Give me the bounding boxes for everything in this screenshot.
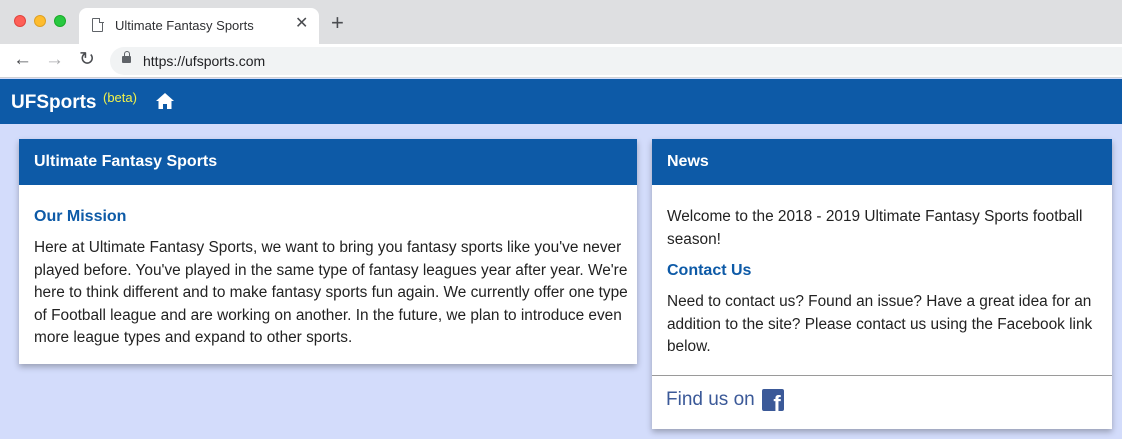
document-icon: [92, 17, 104, 32]
beta-badge: (beta): [103, 90, 137, 105]
forward-button[interactable]: →: [45, 49, 64, 71]
lock-icon: [122, 51, 131, 63]
facebook-link[interactable]: Find us on f: [666, 389, 784, 411]
back-button[interactable]: ←: [13, 49, 32, 71]
facebook-letter: f: [773, 391, 781, 412]
minimize-window-button[interactable]: [34, 15, 46, 27]
maximize-window-button[interactable]: [54, 15, 66, 27]
site-logo[interactable]: UFSports: [11, 92, 97, 114]
browser-tab-bar: Ultimate Fantasy Sports ✕ +: [0, 0, 1122, 44]
news-card-header: News: [652, 139, 1112, 185]
mission-card-header: Ultimate Fantasy Sports: [19, 139, 637, 185]
new-tab-button[interactable]: +: [331, 12, 344, 34]
contact-title: Contact Us: [667, 262, 752, 279]
url-text[interactable]: https://ufsports.com: [143, 53, 265, 69]
browser-toolbar: ← → ↻ https://ufsports.com: [0, 44, 1122, 78]
tab-close-icon[interactable]: ✕: [295, 16, 308, 32]
browser-tab[interactable]: Ultimate Fantasy Sports ✕: [79, 8, 319, 44]
facebook-icon[interactable]: f: [761, 389, 784, 412]
address-bar[interactable]: https://ufsports.com: [110, 47, 1122, 75]
contact-text: Need to contact us? Found an issue? Have…: [667, 293, 1093, 355]
divider: [652, 375, 1112, 376]
mission-text: Here at Ultimate Fantasy Sports, we want…: [34, 239, 628, 346]
find-us-label[interactable]: Find us on: [666, 389, 755, 411]
mission-title: Our Mission: [34, 208, 127, 225]
tab-title: Ultimate Fantasy Sports: [115, 18, 254, 33]
close-window-button[interactable]: [14, 15, 26, 27]
news-card: News Welcome to the 2018 - 2019 Ultimate…: [652, 139, 1112, 429]
home-icon[interactable]: [155, 91, 175, 111]
mission-card: Ultimate Fantasy Sports Our Mission Here…: [19, 139, 637, 364]
site-header: UFSports (beta): [0, 79, 1122, 124]
reload-button[interactable]: ↻: [79, 49, 95, 71]
news-welcome-text: Welcome to the 2018 - 2019 Ultimate Fant…: [667, 208, 1083, 248]
